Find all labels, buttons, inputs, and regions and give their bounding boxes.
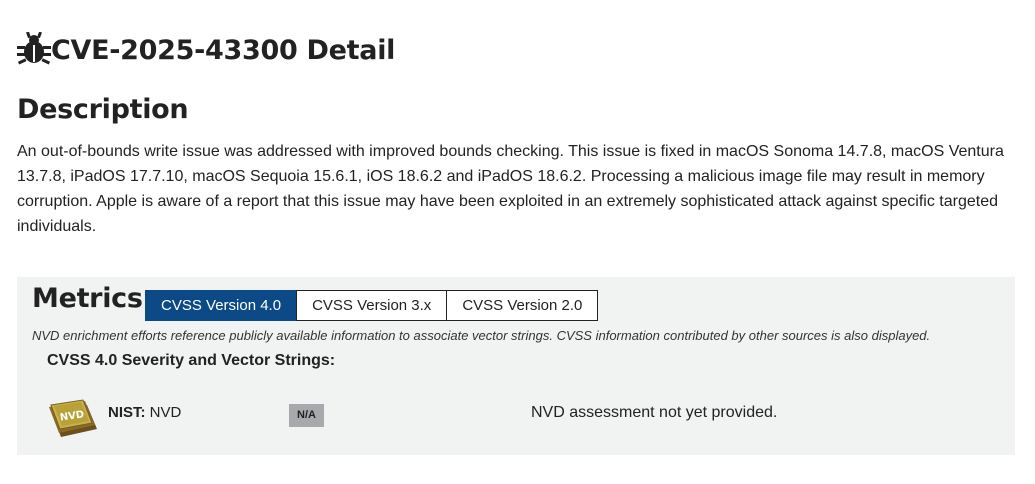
metrics-heading: Metrics: [32, 283, 143, 314]
enrichment-note: NVD enrichment efforts reference publicl…: [32, 328, 931, 343]
source-name: NIST:: [108, 404, 146, 421]
nvd-logo: NVD: [47, 399, 99, 441]
tab-cvss-2-0[interactable]: CVSS Version 2.0: [446, 290, 599, 321]
page-title: CVE-2025-43300 Detail: [51, 34, 396, 66]
tab-cvss-4-0[interactable]: CVSS Version 4.0: [145, 290, 298, 321]
description-text: An out-of-bounds write issue was address…: [17, 143, 1004, 235]
cvss-version-tabs: CVSS Version 4.0 CVSS Version 3.x CVSS V…: [145, 290, 599, 321]
description-heading: Description: [17, 94, 189, 125]
tab-cvss-3-x[interactable]: CVSS Version 3.x: [296, 290, 448, 321]
severity-heading: CVSS 4.0 Severity and Vector Strings:: [47, 352, 336, 369]
source-value: NVD: [149, 404, 182, 421]
assessment-text: NVD assessment not yet provided.: [531, 404, 778, 421]
bug-icon: [17, 31, 51, 68]
metrics-panel: Metrics CVSS Version 4.0 CVSS Version 3.…: [17, 277, 1015, 455]
score-badge: N/A: [289, 404, 324, 427]
title-row: CVE-2025-43300 Detail: [17, 30, 395, 70]
cve-detail-page: CVE-2025-43300 Detail Description An out…: [0, 0, 1035, 484]
source-label: NIST: NVD: [108, 404, 181, 421]
